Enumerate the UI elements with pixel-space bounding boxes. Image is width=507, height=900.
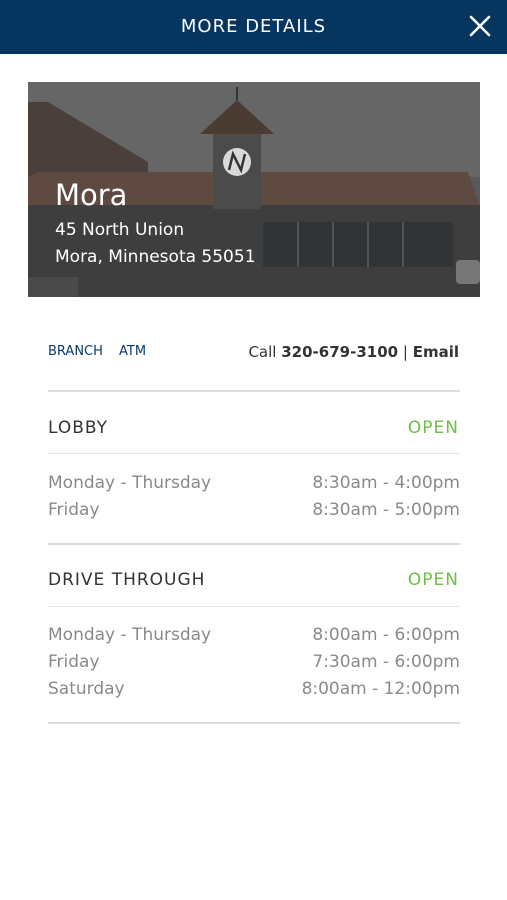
drive-through-status: OPEN [407, 570, 459, 590]
divider [48, 606, 460, 607]
drive-through-title: DRIVE THROUGH [48, 570, 206, 590]
hours-time: 8:30am - 4:00pm [312, 473, 460, 493]
tag-atm: ATM [119, 344, 147, 359]
hours-time: 8:00am - 6:00pm [312, 625, 460, 645]
divider [48, 453, 460, 454]
hours-day: Monday - Thursday [48, 625, 212, 645]
hours-day: Friday [48, 652, 100, 672]
phone-link[interactable]: 320-679-3100 [281, 343, 398, 361]
contact-separator: | [402, 343, 408, 361]
hours-time: 7:30am - 6:00pm [312, 652, 460, 672]
call-label: Call [248, 343, 277, 361]
divider [48, 543, 460, 545]
tag-branch: BRANCH [48, 344, 103, 359]
hours-day: Saturday [48, 679, 125, 699]
address-line-2: Mora, Minnesota 55051 [55, 247, 256, 267]
hours-time: 8:00am - 12:00pm [301, 679, 460, 699]
divider [48, 722, 460, 724]
hours-day: Friday [48, 500, 100, 520]
branch-name: Mora [55, 178, 128, 212]
address-line-1: 45 North Union [55, 220, 185, 240]
contact-info: Call 320-679-3100 | Email [248, 343, 459, 361]
lobby-title: LOBBY [48, 418, 109, 438]
branch-photo: Mora 45 North Union Mora, Minnesota 5505… [28, 82, 480, 297]
close-icon[interactable] [467, 13, 493, 39]
service-tags: BRANCH ATM [48, 344, 158, 359]
divider [48, 390, 460, 392]
lobby-status: OPEN [407, 418, 459, 438]
hours-time: 8:30am - 5:00pm [312, 500, 460, 520]
app-header: MORE DETAILS [0, 0, 507, 54]
bank-logo-icon [223, 148, 251, 176]
page-title: MORE DETAILS [180, 16, 327, 37]
hours-day: Monday - Thursday [48, 473, 212, 493]
email-link[interactable]: Email [413, 343, 459, 361]
